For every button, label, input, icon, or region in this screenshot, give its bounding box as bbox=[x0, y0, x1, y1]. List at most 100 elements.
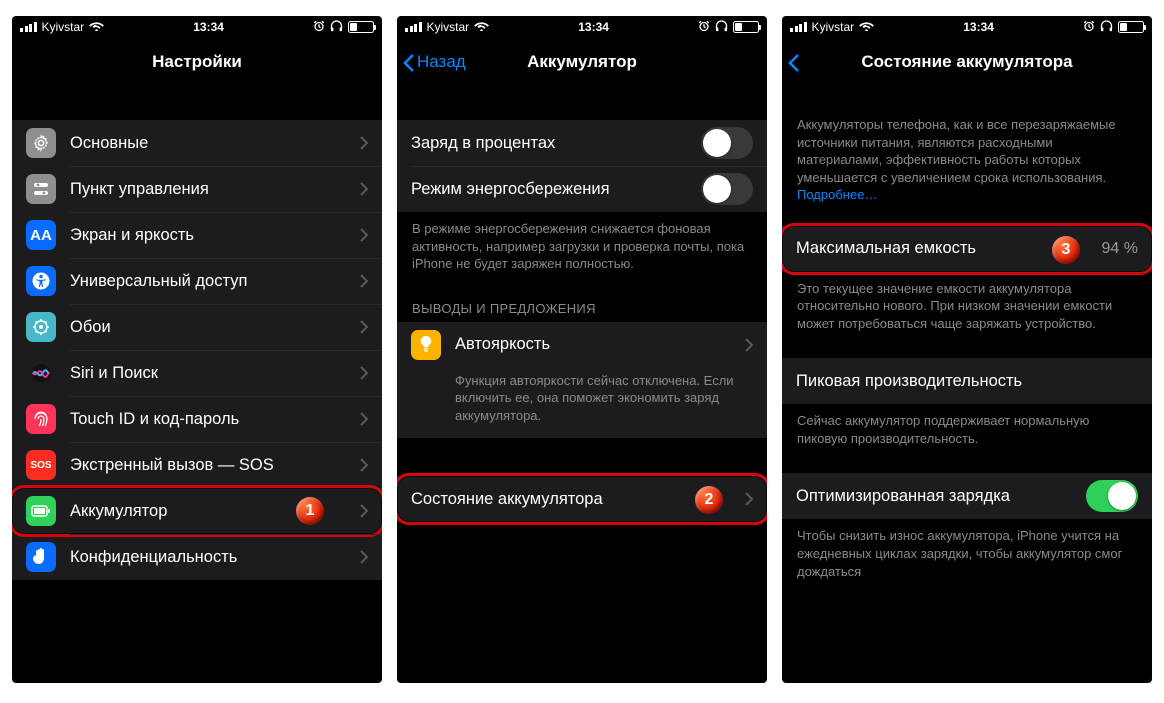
status-bar: Kyivstar 13:34 bbox=[12, 16, 382, 38]
row-label: Состояние аккумулятора bbox=[411, 490, 603, 509]
row-label: Конфиденциальность bbox=[70, 548, 237, 567]
screenshot-settings: Kyivstar 13:34 Настройки Основные Пункт … bbox=[12, 16, 382, 683]
peak-performance-footer: Сейчас аккумулятор поддерживает нормальн… bbox=[782, 404, 1152, 447]
alarm-icon bbox=[313, 20, 325, 35]
optimized-charging-footer: Чтобы снизить износ аккумулятора, iPhone… bbox=[782, 519, 1152, 580]
chevron-right-icon bbox=[360, 136, 368, 150]
settings-row-sos[interactable]: SOS Экстренный вызов — SOS bbox=[12, 442, 382, 488]
auto-brightness-footer: Функция автояркости сейчас отключена. Ес… bbox=[397, 368, 767, 439]
chevron-right-icon bbox=[745, 338, 753, 352]
chevron-right-icon bbox=[360, 228, 368, 242]
battery-icon bbox=[1118, 21, 1144, 33]
status-bar: Kyivstar 13:34 bbox=[782, 16, 1152, 38]
wallpaper-icon bbox=[26, 312, 56, 342]
wifi-icon bbox=[89, 20, 104, 34]
siri-icon bbox=[26, 358, 56, 388]
row-label: Экстренный вызов — SOS bbox=[70, 456, 274, 475]
toggle-battery-percentage[interactable] bbox=[701, 127, 753, 159]
settings-row-general[interactable]: Основные bbox=[12, 120, 382, 166]
row-label: Обои bbox=[70, 318, 111, 337]
row-label: Заряд в процентах bbox=[411, 134, 555, 153]
settings-row-wallpaper[interactable]: Обои bbox=[12, 304, 382, 350]
toggle-optimized-charging[interactable] bbox=[1086, 480, 1138, 512]
back-button[interactable]: Назад bbox=[403, 38, 466, 86]
toggles-icon bbox=[26, 174, 56, 204]
max-capacity-value: 94 % bbox=[1102, 240, 1138, 258]
toggle-low-power-mode[interactable] bbox=[701, 173, 753, 205]
row-label: Siri и Поиск bbox=[70, 364, 158, 383]
lightbulb-icon bbox=[411, 330, 441, 360]
row-label: Экран и яркость bbox=[70, 226, 194, 245]
back-button[interactable] bbox=[788, 38, 800, 86]
carrier-label: Kyivstar bbox=[42, 20, 85, 34]
chevron-left-icon bbox=[788, 53, 800, 73]
chevron-right-icon bbox=[360, 412, 368, 426]
nav-bar: Назад Аккумулятор bbox=[397, 38, 767, 86]
callout-badge-1: 1 bbox=[296, 497, 324, 525]
accessibility-icon bbox=[26, 266, 56, 296]
callout-badge-2: 2 bbox=[695, 486, 723, 514]
chevron-right-icon bbox=[745, 492, 753, 506]
headphones-icon bbox=[715, 20, 728, 35]
auto-brightness-row[interactable]: Автояркость bbox=[397, 322, 767, 368]
battery-percentage-row[interactable]: Заряд в процентах bbox=[397, 120, 767, 166]
battery-health-row[interactable]: Состояние аккумулятора 2 bbox=[397, 476, 767, 522]
signal-icon bbox=[405, 22, 422, 32]
clock: 13:34 bbox=[578, 20, 609, 34]
signal-icon bbox=[20, 22, 37, 32]
low-power-footer: В режиме энергосбережения снижается фоно… bbox=[397, 212, 767, 273]
carrier-label: Kyivstar bbox=[427, 20, 470, 34]
callout-badge-3: 3 bbox=[1052, 236, 1080, 264]
headphones-icon bbox=[330, 20, 343, 35]
row-label: Автояркость bbox=[455, 335, 550, 354]
settings-row-accessibility[interactable]: Универсальный доступ bbox=[12, 258, 382, 304]
hand-icon bbox=[26, 542, 56, 572]
alarm-icon bbox=[1083, 20, 1095, 35]
optimized-charging-row[interactable]: Оптимизированная зарядка bbox=[782, 473, 1152, 519]
row-label: Пункт управления bbox=[70, 180, 209, 199]
chevron-right-icon bbox=[360, 504, 368, 518]
learn-more-link[interactable]: Подробнее… bbox=[797, 187, 877, 202]
settings-row-privacy[interactable]: Конфиденциальность bbox=[12, 534, 382, 580]
wifi-icon bbox=[859, 20, 874, 34]
peak-performance-row[interactable]: Пиковая производительность bbox=[782, 358, 1152, 404]
chevron-right-icon bbox=[360, 366, 368, 380]
screenshot-battery-health: Kyivstar 13:34 Состояние аккумулятора Ак… bbox=[782, 16, 1152, 683]
row-label: Основные bbox=[70, 134, 148, 153]
settings-row-display[interactable]: AA Экран и яркость bbox=[12, 212, 382, 258]
row-label: Оптимизированная зарядка bbox=[796, 487, 1010, 506]
wifi-icon bbox=[474, 20, 489, 34]
row-label: Универсальный доступ bbox=[70, 272, 247, 291]
gear-icon bbox=[26, 128, 56, 158]
row-label: Максимальная емкость bbox=[796, 239, 976, 258]
carrier-label: Kyivstar bbox=[812, 20, 855, 34]
settings-row-touchid[interactable]: Touch ID и код-пароль bbox=[12, 396, 382, 442]
chevron-right-icon bbox=[360, 458, 368, 472]
status-bar: Kyivstar 13:34 bbox=[397, 16, 767, 38]
sos-icon: SOS bbox=[26, 450, 56, 480]
nav-bar: Настройки bbox=[12, 38, 382, 86]
nav-bar: Состояние аккумулятора bbox=[782, 38, 1152, 86]
low-power-mode-row[interactable]: Режим энергосбережения bbox=[397, 166, 767, 212]
intro-text: Аккумуляторы телефона, как и все перезар… bbox=[782, 86, 1152, 204]
section-header: ВЫВОДЫ И ПРЕДЛОЖЕНИЯ bbox=[397, 273, 767, 322]
settings-row-control-center[interactable]: Пункт управления bbox=[12, 166, 382, 212]
chevron-right-icon bbox=[360, 550, 368, 564]
max-capacity-row[interactable]: Максимальная емкость 3 94 % bbox=[782, 226, 1152, 272]
page-title: Состояние аккумулятора bbox=[861, 52, 1072, 72]
settings-row-siri[interactable]: Siri и Поиск bbox=[12, 350, 382, 396]
battery-icon bbox=[26, 496, 56, 526]
clock: 13:34 bbox=[963, 20, 994, 34]
row-label: Аккумулятор bbox=[70, 502, 167, 521]
clock: 13:34 bbox=[193, 20, 224, 34]
screenshot-battery: Kyivstar 13:34 Назад Аккумулятор Заряд в… bbox=[397, 16, 767, 683]
row-label: Пиковая производительность bbox=[796, 372, 1022, 391]
max-capacity-footer: Это текущее значение емкости аккумулятор… bbox=[782, 272, 1152, 333]
alarm-icon bbox=[698, 20, 710, 35]
headphones-icon bbox=[1100, 20, 1113, 35]
chevron-right-icon bbox=[360, 182, 368, 196]
row-label: Режим энергосбережения bbox=[411, 180, 610, 199]
settings-row-battery[interactable]: Аккумулятор 1 bbox=[12, 488, 382, 534]
back-label: Назад bbox=[417, 52, 466, 72]
battery-icon bbox=[733, 21, 759, 33]
